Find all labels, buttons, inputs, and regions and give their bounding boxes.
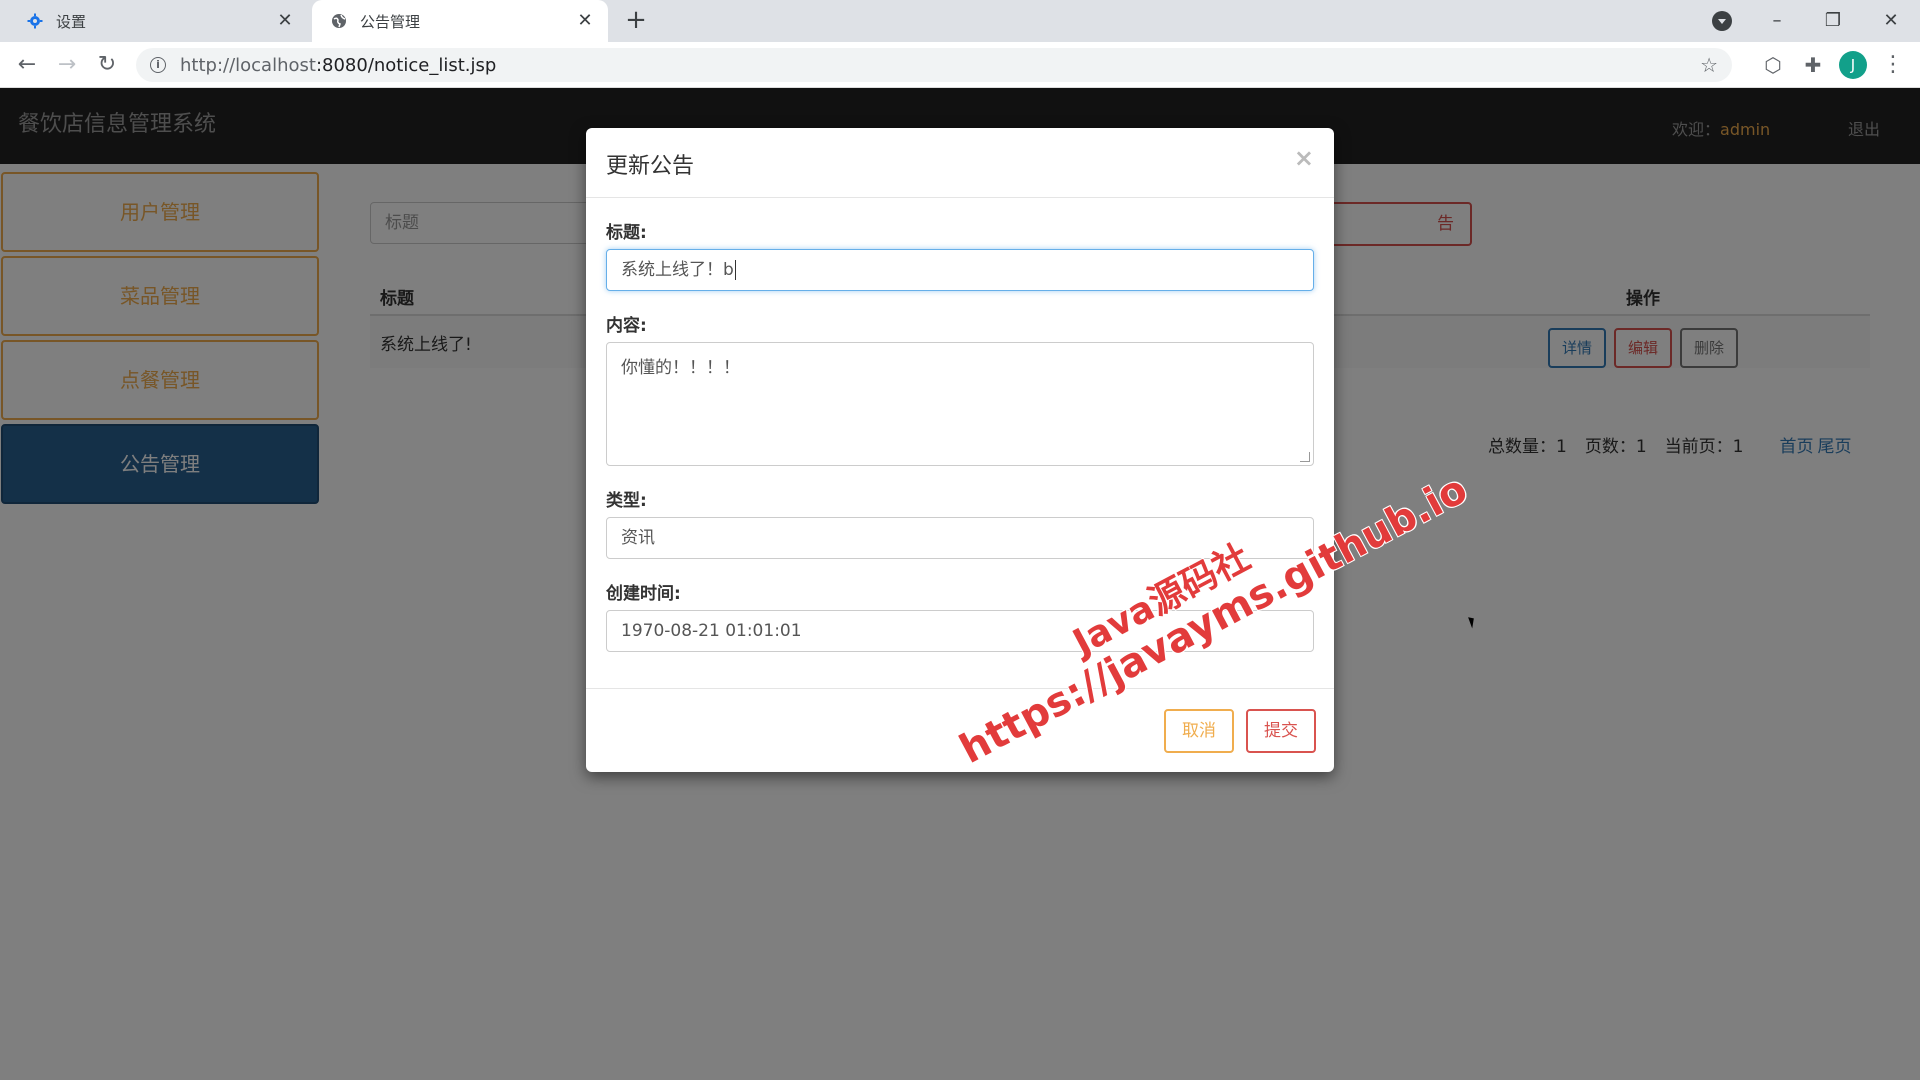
new-tab-button[interactable]: +: [622, 7, 650, 33]
browser-toolbar: ← → ↻ i http://localhost:8080/notice_lis…: [0, 42, 1920, 88]
content-textarea[interactable]: 你懂的！！！！: [606, 342, 1314, 466]
more-menu-icon[interactable]: ⋮: [1882, 52, 1904, 78]
title-input[interactable]: 系统上线了！b: [606, 249, 1314, 291]
window-close-icon[interactable]: ✕: [1876, 6, 1906, 36]
bookmark-star-icon[interactable]: ☆: [1700, 53, 1718, 77]
minimize-icon[interactable]: –: [1762, 6, 1792, 36]
created-time-label: 创建时间:: [606, 584, 681, 604]
globe-icon: [330, 12, 348, 30]
forward-arrow-icon[interactable]: →: [52, 50, 82, 80]
puzzle-icon[interactable]: ✚: [1800, 52, 1826, 78]
tab-label: 设置: [56, 12, 87, 31]
avatar[interactable]: J: [1839, 51, 1867, 79]
type-label: 类型:: [606, 491, 647, 511]
close-icon[interactable]: ✕: [574, 10, 596, 32]
close-icon[interactable]: ×: [1294, 144, 1314, 172]
extension-hex-icon[interactable]: ⬡: [1760, 52, 1786, 78]
title-label: 标题:: [606, 223, 647, 243]
resize-handle-icon[interactable]: [1300, 452, 1310, 462]
tab-settings[interactable]: 设置 ✕: [8, 0, 308, 42]
restore-icon[interactable]: ❐: [1818, 6, 1848, 36]
tab-notice-management[interactable]: 公告管理 ✕: [312, 0, 608, 42]
address-bar[interactable]: i http://localhost:8080/notice_list.jsp …: [136, 48, 1732, 82]
modal-header: 更新公告 ×: [586, 128, 1334, 198]
info-icon[interactable]: i: [150, 57, 166, 73]
reload-icon[interactable]: ↻: [92, 50, 122, 80]
browser-tabbar: 设置 ✕ 公告管理 ✕ + – ❐ ✕: [0, 0, 1920, 42]
tab-search-icon[interactable]: [1712, 11, 1732, 31]
url-text: http://localhost:8080/notice_list.jsp: [180, 54, 497, 76]
gear-icon: [26, 12, 44, 30]
modal-title: 更新公告: [606, 154, 695, 179]
back-arrow-icon[interactable]: ←: [12, 50, 42, 80]
tab-label: 公告管理: [360, 12, 421, 31]
content-label: 内容:: [606, 316, 647, 336]
close-icon[interactable]: ✕: [274, 10, 296, 32]
